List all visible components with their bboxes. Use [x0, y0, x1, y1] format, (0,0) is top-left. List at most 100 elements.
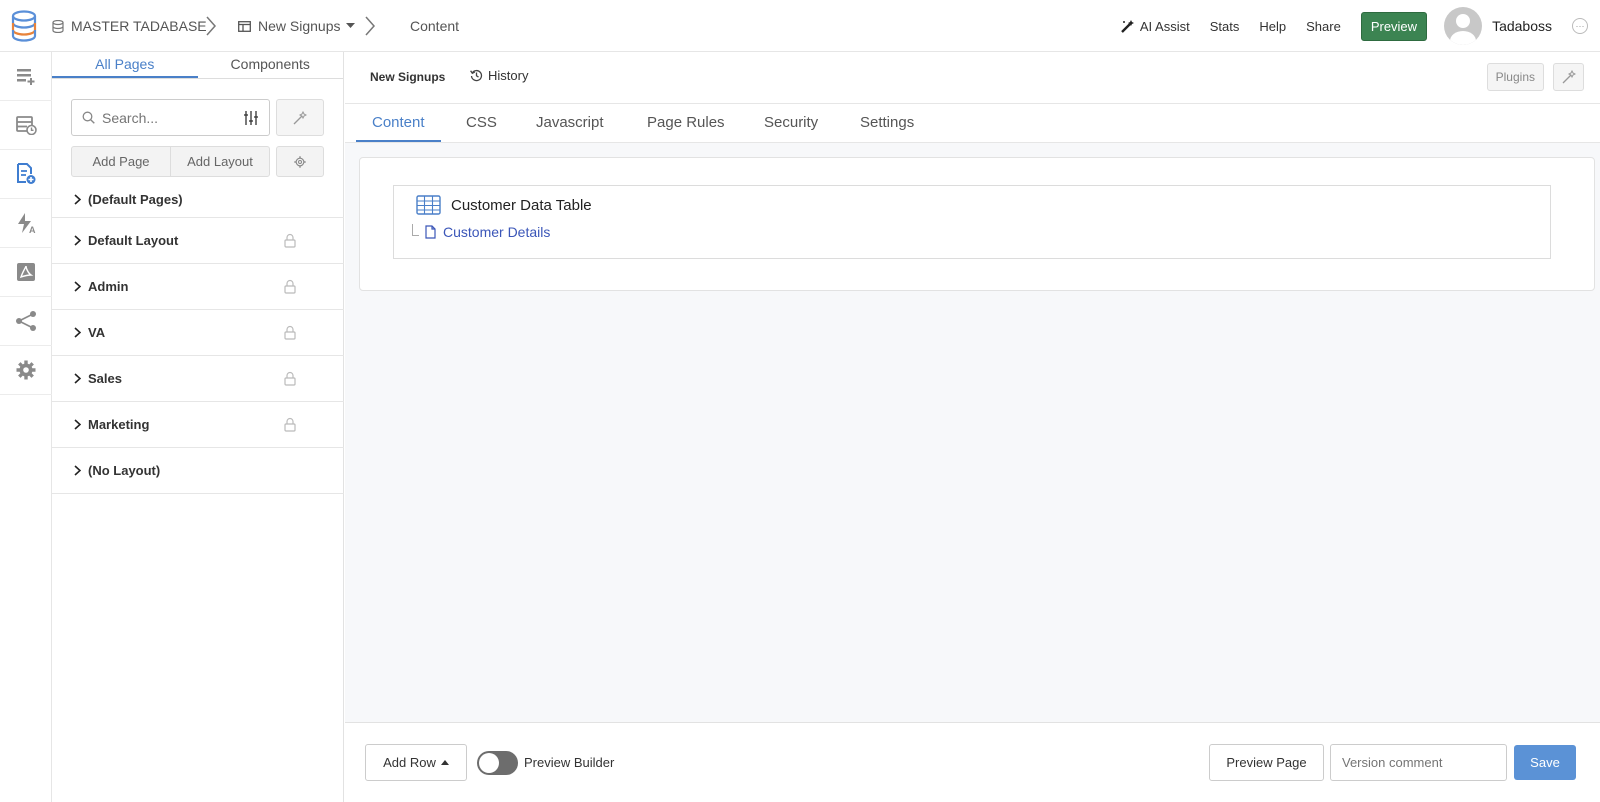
preview-builder-toggle[interactable]: [477, 751, 518, 775]
ai-wand-button[interactable]: [1553, 63, 1584, 91]
database-icon: [52, 19, 64, 33]
breadcrumb-root-label: MASTER TADABASE: [71, 18, 207, 34]
add-row-button[interactable]: Add Row: [365, 744, 467, 781]
table-icon: [416, 195, 441, 215]
layout-icon: [238, 20, 251, 32]
page-group-item[interactable]: VA: [52, 310, 344, 356]
rail-table-builder[interactable]: [0, 101, 52, 150]
avatar[interactable]: [1444, 7, 1483, 45]
lock-icon[interactable]: [284, 325, 296, 340]
chevron-right-icon: [74, 465, 81, 476]
caret-down-icon: [345, 23, 355, 28]
lock-icon[interactable]: [284, 417, 296, 432]
automation-icon: A: [18, 213, 36, 234]
tab-content[interactable]: Content: [356, 104, 441, 142]
ai-assist-link[interactable]: AI Assist: [1121, 19, 1190, 34]
add-row-label: Add Row: [383, 755, 436, 770]
top-bar: MASTER TADABASE New Signups Content AI A…: [0, 0, 1600, 52]
caret-up-icon: [440, 760, 449, 765]
table-builder-icon: [15, 116, 37, 135]
history-link[interactable]: History: [470, 68, 528, 83]
search-input[interactable]: [102, 109, 232, 126]
tab-settings[interactable]: Settings: [860, 104, 914, 142]
pages-panel: All Pages Components Add Page Add Layout…: [52, 52, 344, 802]
chevron-right-icon: [365, 16, 376, 36]
rail-automation[interactable]: A: [0, 199, 52, 248]
tab-components[interactable]: Components: [198, 52, 344, 78]
lock-icon[interactable]: [284, 279, 296, 294]
main-area: New Signups History Plugins Content CSS …: [345, 52, 1600, 802]
rail-settings[interactable]: [0, 346, 52, 395]
page-group-item[interactable]: Admin: [52, 264, 344, 310]
page-group-item[interactable]: Marketing: [52, 402, 344, 448]
breadcrumb-section[interactable]: New Signups: [238, 0, 355, 52]
add-layout-button[interactable]: Add Layout: [170, 147, 269, 176]
tab-page-rules[interactable]: Page Rules: [647, 104, 725, 142]
preview-page-button[interactable]: Preview Page: [1209, 744, 1324, 781]
svg-text:A: A: [29, 225, 36, 234]
rail-integrations[interactable]: [0, 297, 52, 346]
breadcrumb-section-label: New Signups: [258, 18, 341, 34]
lock-icon[interactable]: [284, 371, 296, 386]
history-label: History: [488, 68, 529, 83]
tab-all-pages[interactable]: All Pages: [52, 52, 198, 78]
filter-sliders-icon[interactable]: [243, 110, 259, 126]
ai-magic-button[interactable]: [276, 99, 324, 136]
settings-icon: [16, 360, 36, 380]
chevron-right-icon: [74, 281, 81, 292]
page-group-item[interactable]: (No Layout): [52, 448, 344, 494]
more-options-icon[interactable]: ···: [1572, 18, 1588, 34]
page-group-label: (Default Pages): [88, 192, 183, 207]
chevron-right-icon: [74, 235, 81, 246]
component-title[interactable]: Customer Data Table: [416, 195, 592, 215]
tab-javascript[interactable]: Javascript: [536, 104, 604, 142]
page-group-label: (No Layout): [88, 463, 161, 478]
rail-pdf[interactable]: [0, 248, 52, 297]
search-box: [71, 99, 270, 136]
top-actions: AI Assist Stats Help Share Preview Tadab…: [1121, 0, 1600, 52]
magic-wand-icon: [1121, 20, 1134, 33]
component-block[interactable]: Customer Data Table Customer Details: [393, 185, 1551, 259]
page-name: New Signups: [370, 70, 446, 84]
username[interactable]: Tadaboss: [1492, 18, 1552, 34]
builder-footer: Add Row Preview Builder Preview Page Sav…: [345, 722, 1600, 802]
breadcrumb-current: Content: [410, 0, 459, 52]
page-group-item[interactable]: Default Layout: [52, 218, 344, 264]
breadcrumb-root[interactable]: MASTER TADABASE: [52, 0, 207, 52]
lock-icon[interactable]: [284, 233, 296, 248]
save-button[interactable]: Save: [1514, 745, 1576, 780]
database-logo-icon[interactable]: [10, 10, 38, 42]
add-page-button[interactable]: Add Page: [72, 147, 170, 176]
history-icon: [470, 69, 483, 82]
tab-security[interactable]: Security: [764, 104, 818, 142]
chevron-right-icon: [74, 419, 81, 430]
page-group-item[interactable]: (Default Pages): [52, 182, 344, 218]
rail-data-builder[interactable]: [0, 52, 52, 101]
preview-button[interactable]: Preview: [1360, 11, 1428, 41]
page-list: (Default Pages) Default Layout Admin VA Sale…: [52, 182, 344, 494]
component-child-label: Customer Details: [443, 224, 551, 240]
share-icon: [16, 311, 36, 331]
rail-page-builder[interactable]: [0, 150, 52, 199]
page-group-label: Marketing: [88, 417, 150, 432]
component-child-link[interactable]: Customer Details: [412, 224, 550, 240]
chevron-right-icon: [74, 373, 81, 384]
gear-icon: [294, 155, 306, 168]
chevron-right-icon: [74, 194, 81, 205]
stats-link[interactable]: Stats: [1210, 19, 1240, 34]
plugins-button[interactable]: Plugins: [1486, 63, 1544, 91]
app-icon-rail: A: [0, 52, 52, 802]
builder-canvas: Customer Data Table Customer Details: [359, 157, 1595, 291]
page-header: New Signups History Plugins: [345, 52, 1600, 104]
share-link[interactable]: Share: [1306, 19, 1341, 34]
page-group-item[interactable]: Sales: [52, 356, 344, 402]
chevron-right-icon: [74, 327, 81, 338]
tab-css[interactable]: CSS: [466, 104, 497, 142]
preview-builder-label: Preview Builder: [524, 755, 615, 770]
page-group-label: VA: [88, 325, 106, 340]
page-settings-button[interactable]: [276, 146, 324, 177]
help-link[interactable]: Help: [1259, 19, 1286, 34]
version-comment-input[interactable]: [1330, 744, 1507, 781]
page-group-label: Admin: [88, 279, 129, 294]
page-builder-icon: [17, 163, 36, 184]
